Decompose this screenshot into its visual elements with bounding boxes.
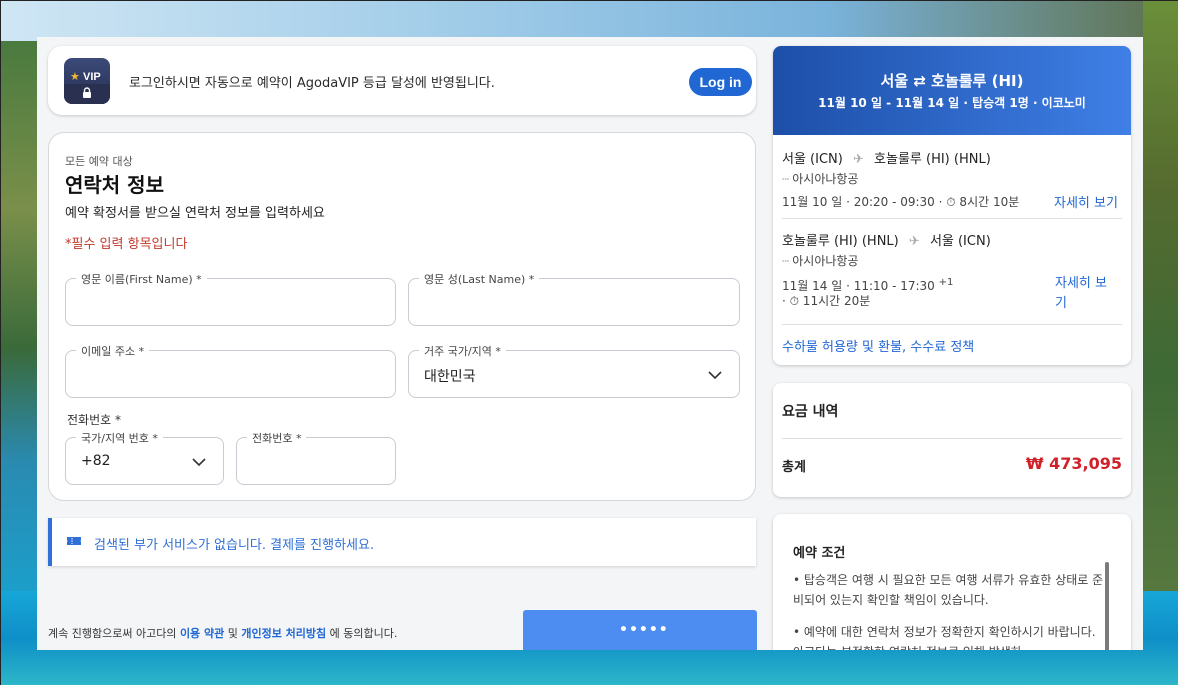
contact-title: 연락처 정보 [65, 173, 164, 197]
phone-section-label: 전화번호 * [67, 413, 121, 427]
price-breakdown-card: 요금 내역 총계 ₩ 473,095 [773, 383, 1131, 497]
outbound-airline: ┄ 아시아나항공 [782, 172, 859, 186]
email-field[interactable]: 이메일 주소 * [65, 343, 396, 398]
privacy-link[interactable]: 개인정보 처리방침 [241, 627, 326, 640]
addon-message: 검색된 부가 서비스가 없습니다. 결제를 진행하세요. [94, 538, 375, 553]
conditions-title: 예약 조건 [793, 546, 846, 561]
login-button[interactable]: Log in [689, 68, 752, 96]
first-name-field[interactable]: 영문 이름(First Name) * [65, 271, 396, 326]
outbound-to: 호놀룰루 (HI) (HNL) [874, 152, 991, 167]
return-details-link[interactable]: 자세히 보 기 [1055, 274, 1107, 314]
desktop-background-right [1143, 1, 1178, 621]
return-duration: · ⏱ 11시간 20분 [782, 294, 871, 308]
last-name-label: 영문 성(Last Name) * [419, 271, 540, 287]
flight-header: 서울 ⇄ 호놀룰루 (HI) 11월 10 일 - 11월 14 일 · 탑승객… [773, 46, 1131, 135]
airline-logo-icon: ┄ [782, 254, 790, 268]
required-note: *필수 입력 항목입니다 [65, 237, 188, 252]
country-code-label: 국가/지역 번호 * [76, 430, 163, 446]
plane-icon: ✈ [852, 152, 864, 167]
country-code-value: +82 [81, 453, 111, 469]
baggage-policy-link[interactable]: 수하물 허용량 및 환불, 수수료 정책 [782, 336, 974, 355]
flight-route: 서울 ⇄ 호놀룰루 (HI) [880, 72, 1024, 90]
terms-prefix: 계속 진행함으로써 아고다의 [48, 627, 177, 640]
leg-divider [782, 218, 1122, 219]
return-to: 서울 (ICN) [929, 234, 991, 249]
contact-eyebrow: 모든 예약 대상 [65, 155, 133, 168]
outbound-time: 11월 10 일 · 20:20 - 09:30 · ⏱ 8시간 10분 [782, 195, 1020, 209]
star-icon: ★ [70, 70, 80, 83]
terms-suffix: 에 동의합니다. [329, 627, 398, 640]
condition-item: • 탑승객은 여행 시 필요한 모든 여행 서류가 유효한 상태로 준비되어 있… [793, 573, 1104, 607]
login-banner: ★ VIP 로그인하시면 자동으로 예약이 AgodaVIP 등급 달성에 반영… [48, 46, 756, 115]
proceed-payment-button[interactable]: ••••• [523, 610, 757, 650]
phone-number-field[interactable]: 전화번호 * [236, 430, 396, 485]
booking-page: ★ VIP 로그인하시면 자동으로 예약이 AgodaVIP 등급 달성에 반영… [37, 37, 1143, 650]
chevron-down-icon [192, 458, 206, 467]
ticket-icon [67, 537, 81, 545]
country-select[interactable]: 거주 국가/지역 * 대한민국 [408, 343, 740, 398]
email-label: 이메일 주소 * [76, 343, 150, 359]
outbound-from: 서울 (ICN) [782, 152, 843, 167]
outbound-route: 서울 (ICN) ✈ 호놀룰루 (HI) (HNL) [782, 148, 991, 167]
agoda-vip-badge-icon: ★ VIP [64, 58, 110, 104]
terms-link[interactable]: 이용 약관 [180, 627, 224, 640]
price-divider [782, 438, 1122, 439]
vip-label: VIP [83, 71, 101, 83]
terms-and: 및 [227, 627, 238, 640]
desktop-background-sky [1, 1, 1178, 41]
first-name-label: 영문 이름(First Name) * [76, 271, 207, 287]
baggage-divider [782, 324, 1122, 325]
booking-conditions-card: 예약 조건 • 탑승객은 여행 시 필요한 모든 여행 서류가 유효한 상태로 … [773, 514, 1131, 650]
addon-notice: 검색된 부가 서비스가 없습니다. 결제를 진행하세요. [48, 518, 756, 566]
terms-agreement: 계속 진행함으로써 아고다의 이용 약관 및 개인정보 처리방침 에 동의합니다… [48, 625, 397, 641]
total-price: ₩ 473,095 [1025, 454, 1122, 473]
outbound-details-link[interactable]: 자세히 보기 [1054, 192, 1118, 211]
contact-description: 예약 확정서를 받으실 연락처 정보를 입력하세요 [65, 206, 325, 221]
desktop-background-left [1, 41, 37, 601]
lock-icon [83, 87, 91, 98]
phone-label: 전화번호 * [247, 430, 307, 446]
return-from: 호놀룰루 (HI) (HNL) [782, 234, 899, 249]
loading-dots: ••••• [619, 622, 669, 638]
return-route: 호놀룰루 (HI) (HNL) ✈ 서울 (ICN) [782, 230, 991, 249]
conditions-scrollbar[interactable] [1105, 562, 1109, 650]
login-message: 로그인하시면 자동으로 예약이 AgodaVIP 등급 달성에 반영됩니다. [129, 76, 495, 91]
chevron-down-icon [708, 371, 722, 380]
total-label: 총계 [782, 460, 806, 475]
last-name-field[interactable]: 영문 성(Last Name) * [408, 271, 740, 326]
flight-meta: 11월 10 일 - 11월 14 일 · 탑승객 1명 · 이코노미 [818, 96, 1086, 110]
contact-info-card: 모든 예약 대상 연락처 정보 예약 확정서를 받으실 연락처 정보를 입력하세… [48, 132, 756, 501]
plus-day-badge: +1 [938, 277, 954, 288]
plane-icon: ✈ [908, 234, 920, 249]
country-label: 거주 국가/지역 * [419, 343, 506, 359]
country-code-select[interactable]: 국가/지역 번호 * +82 [65, 430, 224, 485]
country-value: 대한민국 [424, 369, 476, 385]
flight-summary-card: 서울 ⇄ 호놀룰루 (HI) 11월 10 일 - 11월 14 일 · 탑승객… [773, 46, 1131, 365]
return-airline: ┄ 아시아나항공 [782, 254, 859, 268]
conditions-body: • 탑승객은 여행 시 필요한 모든 여행 서류가 유효한 상태로 준비되어 있… [793, 570, 1109, 650]
airline-logo-icon: ┄ [782, 172, 790, 186]
price-title: 요금 내역 [782, 404, 839, 420]
condition-item: • 예약에 대한 연락처 정보가 정확한지 확인하시기 바랍니다. 아고다는 부… [793, 625, 1096, 650]
